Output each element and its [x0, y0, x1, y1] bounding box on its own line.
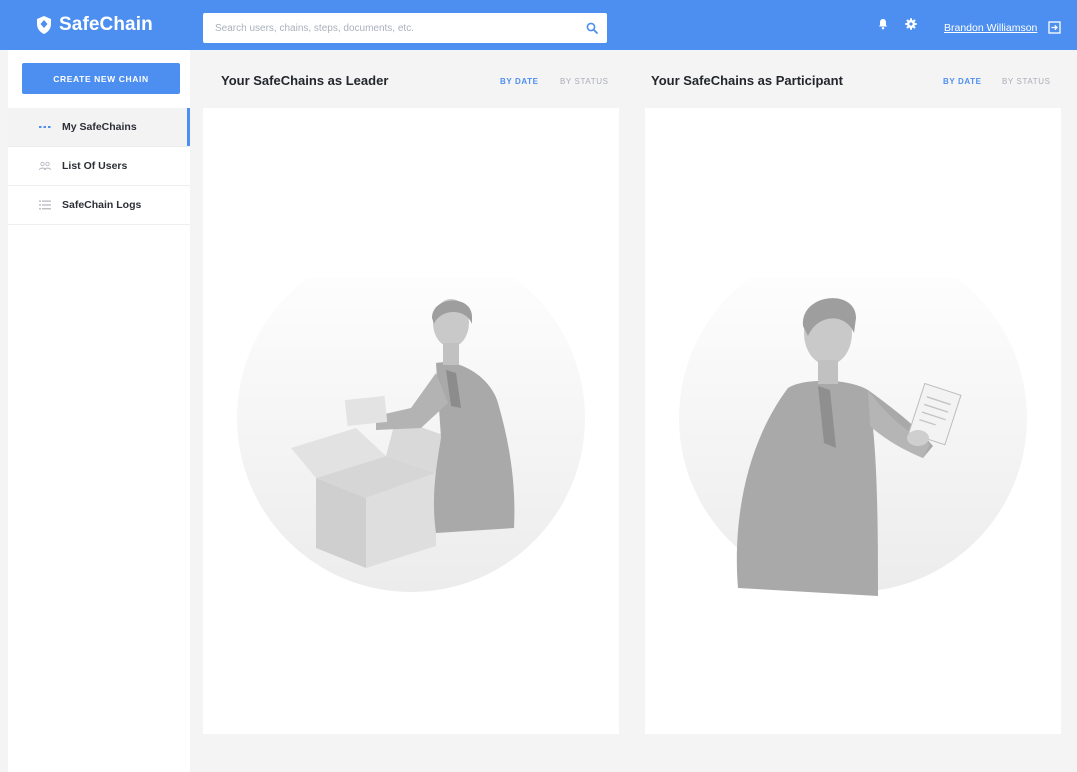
bell-icon[interactable] — [878, 18, 888, 30]
leader-tab-by-date[interactable]: BY DATE — [500, 77, 539, 86]
reading-document-illustration — [679, 278, 1027, 596]
leader-tab-by-status[interactable]: BY STATUS — [560, 77, 609, 86]
participant-tab-by-status[interactable]: BY STATUS — [1002, 77, 1051, 86]
gear-icon[interactable] — [905, 18, 917, 30]
user-name-link[interactable]: Brandon Williamson — [944, 22, 1037, 34]
empty-box-illustration — [237, 278, 585, 592]
brand-name: SafeChain — [59, 14, 153, 35]
search-icon[interactable] — [577, 22, 607, 34]
sidebar-menu: My SafeChains List Of Users SafeChain Lo… — [8, 108, 190, 225]
sidebar-item-my-safechains[interactable]: My SafeChains — [8, 108, 190, 147]
search-input[interactable] — [203, 13, 577, 43]
sidebar-item-list-of-users[interactable]: List Of Users — [8, 147, 190, 186]
sidebar-item-label: List Of Users — [62, 160, 128, 172]
top-bar: SafeChain Brandon Williamson — [0, 0, 1077, 50]
leader-panel-title: Your SafeChains as Leader — [221, 73, 389, 88]
sidebar-item-label: SafeChain Logs — [62, 199, 142, 211]
list-icon — [39, 200, 55, 210]
sidebar: CREATE NEW CHAIN My SafeChains List Of U… — [8, 50, 190, 772]
brand-logo[interactable]: SafeChain — [35, 13, 153, 37]
participant-tab-by-date[interactable]: BY DATE — [943, 77, 982, 86]
sidebar-item-safechain-logs[interactable]: SafeChain Logs — [8, 186, 190, 225]
users-icon — [39, 161, 55, 171]
participant-panel-card — [645, 108, 1061, 734]
shield-icon — [37, 16, 51, 34]
leader-panel-card — [203, 108, 619, 734]
sidebar-item-label: My SafeChains — [62, 121, 137, 133]
logout-icon[interactable] — [1048, 21, 1061, 39]
dots-icon — [39, 125, 55, 129]
participant-panel-title: Your SafeChains as Participant — [651, 73, 843, 88]
create-new-chain-button[interactable]: CREATE NEW CHAIN — [22, 63, 180, 94]
search-box — [203, 13, 607, 43]
